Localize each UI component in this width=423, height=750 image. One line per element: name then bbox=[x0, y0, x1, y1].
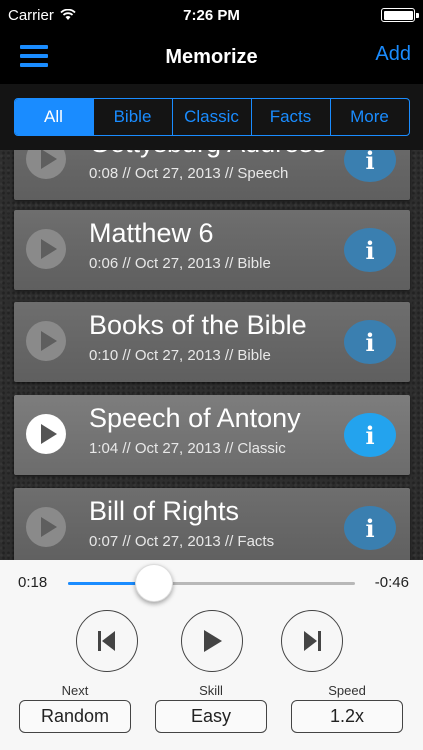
carrier-label: Carrier bbox=[8, 6, 54, 24]
menu-button[interactable] bbox=[20, 45, 48, 67]
wifi-icon bbox=[60, 9, 76, 20]
next-button[interactable] bbox=[281, 610, 343, 672]
memorize-list: Gettysburg Address 0:08 // Oct 27, 2013 … bbox=[0, 150, 423, 560]
info-icon[interactable]: i bbox=[344, 150, 396, 182]
item-meta: 0:07 // Oct 27, 2013 // Facts bbox=[89, 533, 275, 550]
battery-level bbox=[383, 10, 413, 20]
menu-icon bbox=[20, 45, 48, 49]
item-meta: 0:06 // Oct 27, 2013 // Bible bbox=[89, 255, 271, 272]
speed-label: Speed bbox=[328, 683, 366, 698]
play-icon[interactable] bbox=[26, 507, 66, 547]
filter-bar: All Bible Classic Facts More bbox=[0, 84, 423, 150]
item-title: Speech of Antony bbox=[89, 403, 301, 433]
item-meta: 0:08 // Oct 27, 2013 // Speech bbox=[89, 165, 289, 182]
skill-label: Skill bbox=[199, 683, 223, 698]
play-icon[interactable] bbox=[26, 414, 66, 454]
item-meta: 0:10 // Oct 27, 2013 // Bible bbox=[89, 347, 271, 364]
elapsed-time: 0:18 bbox=[18, 574, 48, 591]
play-icon[interactable] bbox=[26, 150, 66, 179]
next-mode-button[interactable]: Random bbox=[19, 700, 131, 733]
list-item[interactable]: Matthew 6 0:06 // Oct 27, 2013 // Bible … bbox=[14, 210, 410, 290]
item-title: Bill of Rights bbox=[89, 496, 240, 526]
slider-thumb[interactable] bbox=[135, 564, 174, 602]
skill-button[interactable]: Easy bbox=[155, 700, 267, 733]
page-title: Memorize bbox=[165, 45, 258, 68]
list-item[interactable]: Bill of Rights 0:07 // Oct 27, 2013 // F… bbox=[14, 488, 410, 560]
list-item-selected[interactable]: Speech of Antony 1:04 // Oct 27, 2013 //… bbox=[14, 395, 410, 475]
status-bar: Carrier 7:26 PM bbox=[0, 0, 423, 30]
list-item[interactable]: Books of the Bible 0:10 // Oct 27, 2013 … bbox=[14, 302, 410, 382]
segment-more[interactable]: More bbox=[331, 99, 409, 135]
info-icon[interactable]: i bbox=[344, 413, 396, 457]
play-icon bbox=[204, 630, 222, 652]
previous-button[interactable] bbox=[76, 610, 138, 672]
item-title: Matthew 6 bbox=[89, 218, 214, 248]
next-label: Next bbox=[61, 683, 89, 698]
remaining-time: -0:46 bbox=[374, 574, 409, 591]
speed-button[interactable]: 1.2x bbox=[291, 700, 403, 733]
play-icon[interactable] bbox=[26, 321, 66, 361]
player-panel: 0:18 -0:46 Next Skill Speed Random Easy … bbox=[0, 560, 423, 750]
item-title: Gettysburg Address bbox=[89, 150, 326, 159]
item-title: Books of the Bible bbox=[89, 310, 307, 340]
play-button[interactable] bbox=[181, 610, 243, 672]
play-icon[interactable] bbox=[26, 229, 66, 269]
navigation-bar: Memorize Add bbox=[0, 30, 423, 84]
list-item[interactable]: Gettysburg Address 0:08 // Oct 27, 2013 … bbox=[14, 150, 410, 200]
segment-all[interactable]: All bbox=[14, 99, 94, 135]
item-meta: 1:04 // Oct 27, 2013 // Classic bbox=[89, 440, 286, 457]
skip-back-icon bbox=[98, 631, 115, 651]
add-button[interactable]: Add bbox=[375, 43, 411, 66]
category-segmented-control: All Bible Classic Facts More bbox=[13, 98, 410, 136]
segment-classic[interactable]: Classic bbox=[173, 99, 252, 135]
skip-forward-icon bbox=[304, 631, 321, 651]
info-icon[interactable]: i bbox=[344, 506, 396, 550]
progress-slider[interactable] bbox=[68, 564, 355, 602]
info-icon[interactable]: i bbox=[344, 228, 396, 272]
segment-facts[interactable]: Facts bbox=[252, 99, 331, 135]
battery-icon bbox=[381, 8, 419, 22]
info-icon[interactable]: i bbox=[344, 320, 396, 364]
segment-bible[interactable]: Bible bbox=[94, 99, 173, 135]
